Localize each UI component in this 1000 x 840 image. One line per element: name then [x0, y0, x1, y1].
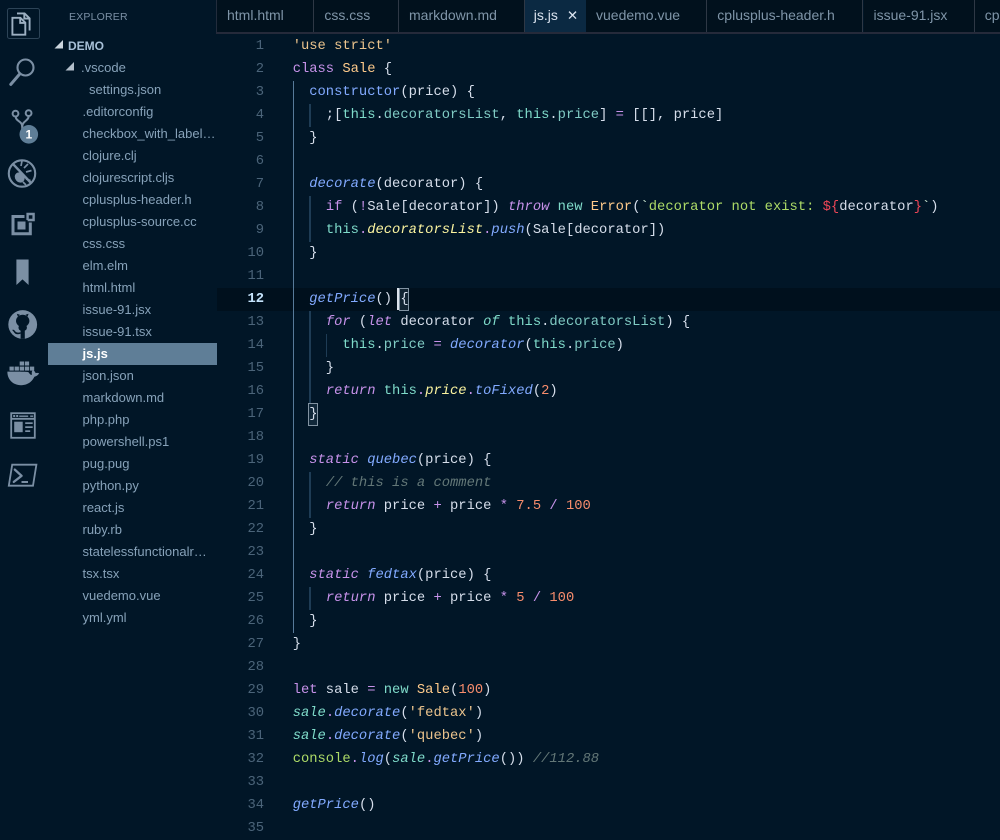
svg-text:1: 1: [25, 128, 32, 142]
